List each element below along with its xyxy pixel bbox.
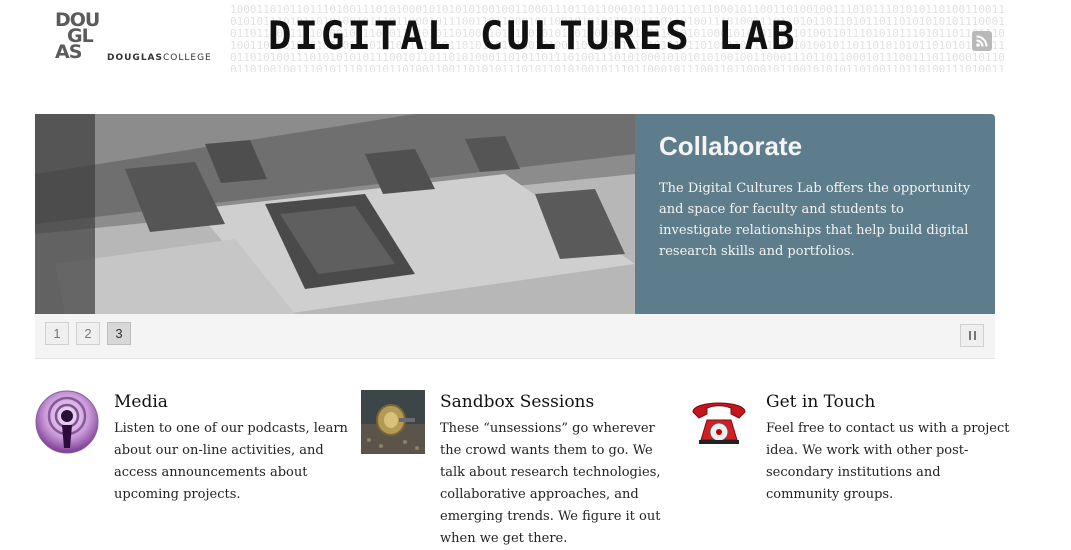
slider-pager: 1 2 3 — [45, 322, 131, 345]
rss-feed-icon[interactable] — [972, 31, 992, 51]
featured-slider: Collaborate The Digital Cultures Lab off… — [35, 114, 995, 359]
pause-icon-bar — [973, 331, 976, 340]
logo-mark: DOU GL AS — [55, 9, 100, 63]
slide-caption: Collaborate The Digital Cultures Lab off… — [635, 114, 995, 314]
feature-text: Listen to one of our podcasts, learn abo… — [114, 421, 348, 502]
site-title[interactable]: DIGITAL CULTURES LAB — [268, 14, 798, 59]
logo-wordmark: DOUGLASCOLLEGE — [107, 53, 212, 63]
pager-button-2[interactable]: 2 — [76, 322, 100, 345]
slide-caption-title: Collaborate — [659, 131, 803, 161]
pause-icon-bar — [968, 331, 971, 340]
slide-caption-text: The Digital Cultures Lab offers the oppo… — [659, 181, 971, 259]
site-header: 1000110101101110100111010100010101010100… — [0, 0, 1071, 90]
feature-title[interactable]: Get in Touch — [766, 392, 875, 412]
pause-button[interactable] — [960, 324, 984, 347]
podcast-icon[interactable] — [35, 390, 99, 454]
sandbox-thumbnail[interactable] — [361, 390, 425, 454]
slide-image-computer-lab[interactable] — [35, 114, 635, 314]
feature-title[interactable]: Sandbox Sessions — [440, 392, 594, 412]
pager-button-3[interactable]: 3 — [107, 322, 131, 345]
feature-text: Feel free to contact us with a project i… — [766, 421, 1010, 502]
pager-button-1[interactable]: 1 — [45, 322, 69, 345]
feature-text: These “unsessions” go wherever the crowd… — [440, 421, 661, 546]
feature-title[interactable]: Media — [114, 392, 168, 412]
red-telephone-icon[interactable] — [687, 390, 751, 454]
douglas-college-logo[interactable]: DOU GL AS DOUGLASCOLLEGE — [55, 9, 230, 70]
